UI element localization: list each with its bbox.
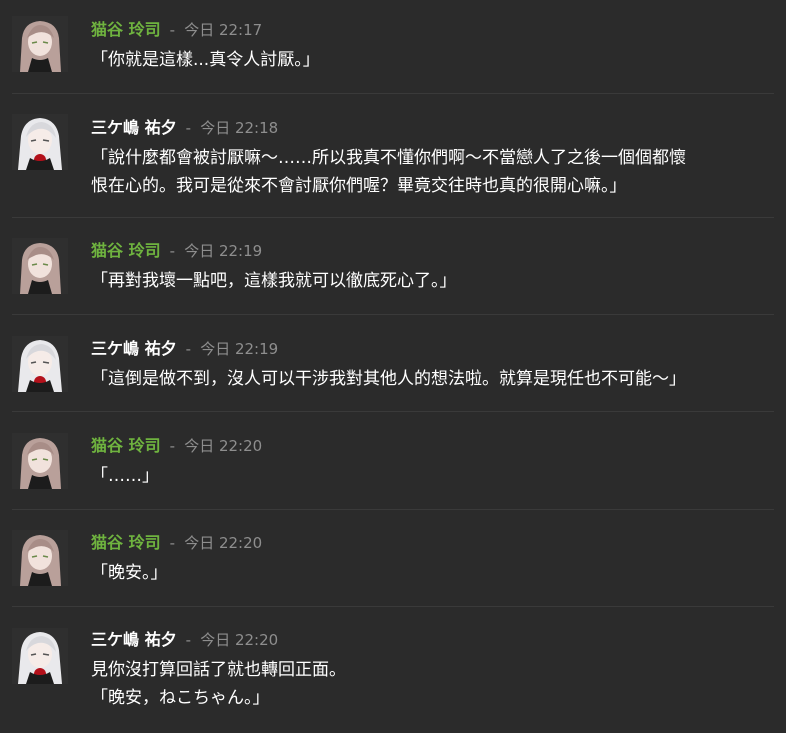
message-header: 猫谷 玲司 - 今日 22:17	[91, 18, 262, 42]
message-timestamp: 今日 22:18	[200, 119, 279, 137]
message-text: 「說什麼都會被討厭嘛～……所以我真不懂你們啊～不當戀人了之後一個個都懷 恨在心的…	[91, 144, 771, 200]
message-timestamp: 今日 22:20	[184, 534, 263, 552]
message-line: 見你沒打算回話了就也轉回正面。	[91, 660, 346, 680]
author-name[interactable]: 三ケ嶋 祐夕	[91, 339, 177, 358]
message-text: 「晚安。」	[91, 559, 771, 587]
message-header: 三ケ嶋 祐夕 - 今日 22:20	[91, 628, 278, 652]
message-line: 「晚安。」	[91, 563, 168, 583]
message-separator: -	[169, 437, 176, 455]
message-timestamp: 今日 22:20	[200, 631, 279, 649]
message-separator: -	[169, 242, 176, 260]
author-name[interactable]: 猫谷 玲司	[91, 241, 161, 260]
message-header: 猫谷 玲司 - 今日 22:19	[91, 239, 262, 263]
message-line: 「晚安，ねこちゃん。」	[91, 688, 270, 708]
message-divider	[12, 93, 774, 94]
message-header: 三ケ嶋 祐夕 - 今日 22:18	[91, 116, 278, 140]
message-divider	[12, 606, 774, 607]
message-text: 「這倒是做不到，沒人可以干涉我對其他人的想法啦。就算是現任也不可能～」	[91, 365, 771, 393]
message-timestamp: 今日 22:19	[200, 340, 279, 358]
mikeshima-avatar[interactable]	[12, 336, 68, 392]
mikeshima-avatar[interactable]	[12, 114, 68, 170]
message-separator: -	[185, 631, 192, 649]
message-separator: -	[185, 340, 192, 358]
message-line: 「再對我壞一點吧，這樣我就可以徹底死心了。」	[91, 271, 457, 291]
message-separator: -	[185, 119, 192, 137]
author-name[interactable]: 猫谷 玲司	[91, 20, 161, 39]
message-divider	[12, 411, 774, 412]
chat-log: 猫谷 玲司 - 今日 22:17 「你就是這樣...真令人討厭。」 三ケ嶋 祐夕	[0, 0, 786, 733]
message-divider	[12, 509, 774, 510]
message-separator: -	[169, 21, 176, 39]
message-timestamp: 今日 22:17	[184, 21, 263, 39]
nekotani-avatar[interactable]	[12, 238, 68, 294]
message-timestamp: 今日 22:20	[184, 437, 263, 455]
message-timestamp: 今日 22:19	[184, 242, 263, 260]
message-divider	[12, 217, 774, 218]
author-name[interactable]: 三ケ嶋 祐夕	[91, 118, 177, 137]
message-line: 「你就是這樣...真令人討厭。」	[91, 50, 320, 70]
author-name[interactable]: 猫谷 玲司	[91, 436, 161, 455]
message-header: 猫谷 玲司 - 今日 22:20	[91, 531, 262, 555]
message-separator: -	[169, 534, 176, 552]
nekotani-avatar[interactable]	[12, 433, 68, 489]
message-header: 三ケ嶋 祐夕 - 今日 22:19	[91, 337, 278, 361]
message-header: 猫谷 玲司 - 今日 22:20	[91, 434, 262, 458]
message-text: 見你沒打算回話了就也轉回正面。 「晚安，ねこちゃん。」	[91, 656, 771, 712]
author-name[interactable]: 三ケ嶋 祐夕	[91, 630, 177, 649]
message-text: 「……」	[91, 462, 771, 490]
mikeshima-avatar[interactable]	[12, 628, 68, 684]
nekotani-avatar[interactable]	[12, 16, 68, 72]
message-line: 「這倒是做不到，沒人可以干涉我對其他人的想法啦。就算是現任也不可能～」	[91, 369, 686, 389]
message-line: 恨在心的。我可是從來不會討厭你們喔？畢竟交往時也真的很開心嘛。」	[91, 176, 627, 196]
message-text: 「你就是這樣...真令人討厭。」	[91, 46, 771, 74]
message-line: 「……」	[91, 466, 159, 486]
message-divider	[12, 314, 774, 315]
message-line: 「說什麼都會被討厭嘛～……所以我真不懂你們啊～不當戀人了之後一個個都懷	[91, 148, 686, 168]
author-name[interactable]: 猫谷 玲司	[91, 533, 161, 552]
nekotani-avatar[interactable]	[12, 530, 68, 586]
message-text: 「再對我壞一點吧，這樣我就可以徹底死心了。」	[91, 267, 771, 295]
